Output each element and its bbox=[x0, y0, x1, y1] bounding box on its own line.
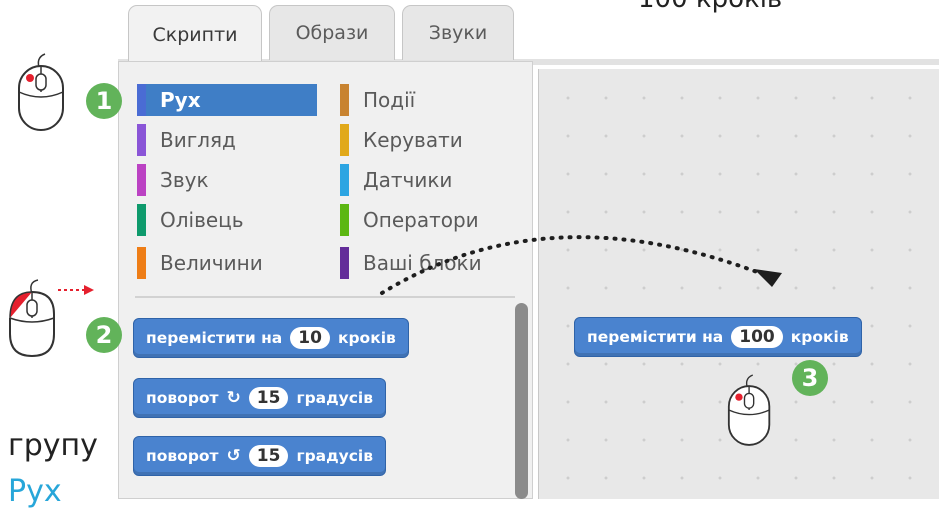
block-text: кроків bbox=[337, 329, 396, 347]
mouse-left-click-icon bbox=[18, 53, 64, 131]
category-label: Звук bbox=[160, 168, 209, 192]
category-control[interactable]: Керувати bbox=[340, 124, 515, 156]
category-swatch bbox=[137, 164, 146, 196]
category-swatch bbox=[137, 247, 146, 279]
category-label: Події bbox=[363, 88, 416, 112]
category-label: Рух bbox=[160, 88, 201, 112]
category-swatch bbox=[137, 84, 146, 116]
category-swatch bbox=[340, 204, 349, 236]
tab-label: Звуки bbox=[428, 22, 488, 44]
category-events[interactable]: Події bbox=[340, 84, 515, 116]
category-looks[interactable]: Вигляд bbox=[137, 124, 317, 156]
block-text: поворот bbox=[146, 447, 219, 465]
top-caption: 100 кроків bbox=[638, 0, 782, 14]
category-swatch bbox=[340, 247, 349, 279]
step-badge: 1 bbox=[86, 83, 122, 119]
block-text: градусів bbox=[296, 447, 374, 465]
script-move-steps-block[interactable]: перемістити на 100 кроків bbox=[574, 317, 862, 357]
block-text: перемістити на bbox=[146, 329, 283, 347]
palette-scrollbar[interactable] bbox=[515, 303, 528, 499]
drag-arrow-icon bbox=[380, 235, 782, 295]
mouse-drop-icon bbox=[727, 374, 771, 446]
rotate-counterclockwise-icon: ↺ bbox=[226, 446, 241, 466]
category-label: Датчики bbox=[363, 168, 453, 192]
motion-group-link: Рух bbox=[8, 474, 62, 509]
group-label: групу bbox=[8, 428, 98, 463]
drag-direction-arrow-icon bbox=[58, 285, 94, 295]
rotate-clockwise-icon: ↻ bbox=[226, 388, 241, 408]
steps-input[interactable]: 10 bbox=[290, 327, 330, 349]
block-text: поворот bbox=[146, 389, 219, 407]
block-text: кроків bbox=[790, 328, 849, 346]
category-label: Вигляд bbox=[160, 128, 236, 152]
category-swatch bbox=[137, 124, 146, 156]
tab-sounds[interactable]: Звуки bbox=[402, 5, 514, 60]
degrees-input[interactable]: 15 bbox=[248, 387, 289, 409]
category-swatch bbox=[340, 124, 349, 156]
category-swatch bbox=[340, 164, 349, 196]
tab-scripts[interactable]: Скрипти bbox=[128, 5, 262, 63]
block-text: перемістити на bbox=[587, 328, 724, 346]
block-text: градусів bbox=[296, 389, 374, 407]
step-badge: 2 bbox=[86, 317, 122, 353]
category-label: Величини bbox=[160, 251, 263, 275]
category-swatch bbox=[137, 204, 146, 236]
turn-left-block[interactable]: поворот ↺ 15 градусів bbox=[133, 436, 387, 476]
category-sound[interactable]: Звук bbox=[137, 164, 317, 196]
category-swatch bbox=[340, 84, 349, 116]
category-motion[interactable]: Рух bbox=[137, 84, 317, 116]
category-sensing[interactable]: Датчики bbox=[340, 164, 515, 196]
tab-label: Скрипти bbox=[152, 23, 238, 46]
category-pen[interactable]: Олівець bbox=[137, 204, 317, 236]
category-label: Керувати bbox=[363, 128, 463, 152]
move-steps-block[interactable]: перемістити на 10 кроків bbox=[133, 318, 409, 358]
step-badge: 3 bbox=[792, 360, 828, 396]
steps-input[interactable]: 100 bbox=[731, 326, 783, 348]
tab-label: Образи bbox=[295, 22, 369, 44]
mouse-drag-icon bbox=[9, 279, 55, 358]
category-variables[interactable]: Величини bbox=[137, 247, 317, 279]
degrees-input[interactable]: 15 bbox=[248, 445, 289, 467]
tab-costumes[interactable]: Образи bbox=[269, 5, 395, 60]
category-label: Олівець bbox=[160, 208, 244, 232]
turn-right-block[interactable]: поворот ↻ 15 градусів bbox=[133, 378, 387, 418]
